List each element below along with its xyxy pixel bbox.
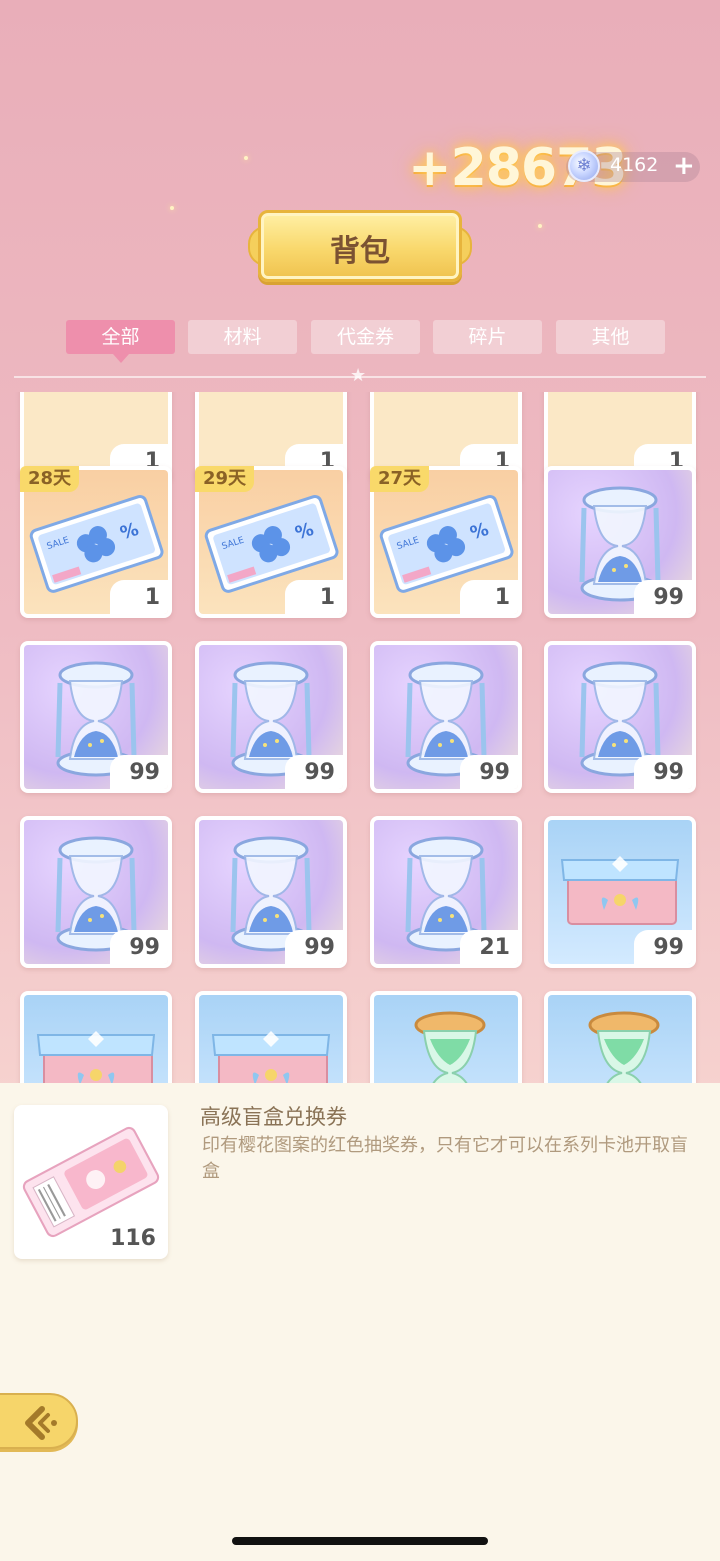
inventory-item[interactable]: 99: [544, 466, 696, 618]
sparkle: [244, 156, 248, 160]
item-quantity: 99: [285, 755, 343, 789]
inventory-item[interactable]: [544, 991, 696, 1084]
inventory-item[interactable]: [20, 991, 172, 1084]
inventory-item[interactable]: % SALE 29天 1: [195, 466, 347, 618]
item-quantity: 1: [460, 580, 518, 614]
inventory-item[interactable]: 21: [370, 816, 522, 968]
item-background: [24, 995, 168, 1084]
item-quantity: 99: [285, 930, 343, 964]
item-quantity: 99: [634, 580, 692, 614]
gem-amount: 4162: [610, 154, 659, 176]
inventory-item[interactable]: 99: [20, 816, 172, 968]
item-background: [199, 995, 343, 1084]
inventory-item[interactable]: 99: [544, 816, 696, 968]
inventory-item[interactable]: % SALE 27天 1: [370, 466, 522, 618]
tab-fragments[interactable]: 碎片: [433, 320, 542, 354]
hourglass-green-icon: [588, 1011, 660, 1084]
page-title: 背包: [330, 234, 390, 269]
category-tabs: 全部 材料 代金券 碎片 其他: [66, 320, 666, 363]
expiry-badge: 29天: [195, 466, 255, 492]
gift-box-icon: [211, 1031, 331, 1084]
inventory-item[interactable]: 99: [195, 816, 347, 968]
selected-item-quantity: 116: [102, 1221, 164, 1255]
inventory-item[interactable]: % SALE 28天 1: [20, 466, 172, 618]
gift-box-icon: [36, 1031, 156, 1084]
item-quantity: 99: [110, 755, 168, 789]
inventory-item[interactable]: 99: [195, 641, 347, 793]
selected-item-name: 高级盲盒兑换券: [200, 1105, 347, 1129]
add-gems-button[interactable]: +: [673, 151, 695, 181]
tab-others[interactable]: 其他: [556, 320, 665, 354]
back-arrow-icon: [25, 1406, 57, 1440]
item-quantity: 99: [634, 930, 692, 964]
hourglass-green-icon: [414, 1011, 486, 1084]
sparkle: [170, 206, 174, 210]
sparkle: [538, 224, 542, 228]
selected-item-card[interactable]: 116: [14, 1105, 168, 1259]
back-button[interactable]: [0, 1393, 78, 1449]
tab-all[interactable]: 全部: [66, 320, 175, 363]
inventory-item[interactable]: [195, 991, 347, 1084]
inventory-item[interactable]: 99: [20, 641, 172, 793]
item-quantity: 99: [110, 930, 168, 964]
item-background: [548, 995, 692, 1084]
item-grid[interactable]: 1 1 1 1% SALE 28天 1% SALE 29天 1% SALE 27天 1 99 99 99 99 9…: [0, 392, 720, 1084]
item-quantity: 1: [110, 580, 168, 614]
star-icon: ★: [350, 365, 367, 386]
item-quantity: 99: [460, 755, 518, 789]
home-indicator: [232, 1537, 488, 1545]
expiry-badge: 27天: [370, 466, 430, 492]
tab-vouchers[interactable]: 代金券: [311, 320, 420, 354]
inventory-item[interactable]: [370, 991, 522, 1084]
inventory-item[interactable]: 99: [370, 641, 522, 793]
item-quantity: 99: [634, 755, 692, 789]
item-background: [374, 995, 518, 1084]
tab-materials[interactable]: 材料: [188, 320, 297, 354]
item-quantity: 21: [460, 930, 518, 964]
snowflake-gem-icon: ❄: [568, 150, 600, 182]
selected-item-description: 印有樱花图案的红色抽奖券，只有它才可以在系列卡池开取盲盒: [202, 1135, 688, 1182]
item-detail-panel: 116 高级盲盒兑换券 印有樱花图案的红色抽奖券，只有它才可以在系列卡池开取盲盒: [0, 1083, 720, 1561]
inventory-item[interactable]: 99: [544, 641, 696, 793]
expiry-badge: 28天: [20, 466, 80, 492]
item-quantity: 1: [285, 580, 343, 614]
